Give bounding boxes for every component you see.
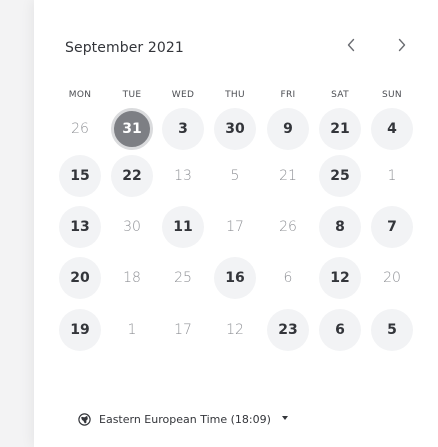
next-month-button[interactable] bbox=[388, 28, 416, 56]
day-cell[interactable]: 7 bbox=[371, 206, 413, 248]
previous-month-button[interactable] bbox=[337, 28, 365, 56]
day-cell[interactable]: 26 bbox=[59, 108, 101, 150]
day-cell[interactable]: 26 bbox=[267, 206, 309, 248]
day-cell[interactable]: 12 bbox=[214, 309, 256, 351]
day-cell[interactable]: 11 bbox=[162, 206, 204, 248]
day-cell[interactable]: 1 bbox=[371, 155, 413, 197]
day-cell[interactable]: 4 bbox=[371, 108, 413, 150]
day-cell[interactable]: 13 bbox=[162, 155, 204, 197]
weekday-sat: SAT bbox=[331, 90, 349, 100]
day-cell[interactable]: 1 bbox=[111, 309, 153, 351]
day-cell[interactable]: 8 bbox=[319, 206, 361, 248]
day-cell[interactable]: 18 bbox=[111, 257, 153, 299]
day-cell[interactable]: 3 bbox=[162, 108, 204, 150]
globe-icon bbox=[78, 413, 91, 426]
day-cell[interactable]: 17 bbox=[214, 206, 256, 248]
calendar-screen: September 2021 MON TUE WED THU FRI SAT S… bbox=[0, 0, 438, 447]
day-cell[interactable]: 21 bbox=[319, 108, 361, 150]
weekday-wed: WED bbox=[171, 90, 195, 100]
weekday-mon: MON bbox=[68, 90, 92, 100]
day-cell[interactable]: 16 bbox=[214, 257, 256, 299]
timezone-label: Eastern European Time (18:09) bbox=[99, 413, 271, 426]
day-cell[interactable]: 25 bbox=[319, 155, 361, 197]
weekday-sun: SUN bbox=[382, 90, 402, 100]
day-cell[interactable]: 19 bbox=[59, 309, 101, 351]
day-cell[interactable]: 13 bbox=[59, 206, 101, 248]
weekday-thu: THU bbox=[225, 90, 245, 100]
day-cell[interactable]: 5 bbox=[214, 155, 256, 197]
day-cell[interactable]: 6 bbox=[319, 309, 361, 351]
day-cell[interactable]: 20 bbox=[59, 257, 101, 299]
weekday-fri: FRI bbox=[280, 90, 296, 100]
month-label: September 2021 bbox=[65, 40, 184, 56]
timezone-selector[interactable]: Eastern European Time (18:09) bbox=[78, 413, 288, 426]
day-cell[interactable]: 23 bbox=[267, 309, 309, 351]
chevron-left-icon bbox=[347, 38, 355, 52]
day-cell[interactable]: 17 bbox=[162, 309, 204, 351]
day-cell[interactable]: 21 bbox=[267, 155, 309, 197]
day-cell[interactable]: 5 bbox=[371, 309, 413, 351]
selected-day[interactable]: 31 bbox=[111, 108, 153, 150]
caret-down-icon bbox=[281, 415, 288, 420]
day-cell[interactable]: 22 bbox=[111, 155, 153, 197]
calendar-card: September 2021 MON TUE WED THU FRI SAT S… bbox=[34, 0, 438, 447]
chevron-right-icon bbox=[398, 38, 406, 52]
day-cell[interactable]: 9 bbox=[267, 108, 309, 150]
day-cell[interactable]: 25 bbox=[162, 257, 204, 299]
day-cell[interactable]: 30 bbox=[214, 108, 256, 150]
day-cell[interactable]: 20 bbox=[371, 257, 413, 299]
weekday-tue: TUE bbox=[122, 90, 142, 100]
day-cell[interactable]: 6 bbox=[267, 257, 309, 299]
day-cell[interactable]: 30 bbox=[111, 206, 153, 248]
day-cell[interactable]: 15 bbox=[59, 155, 101, 197]
day-cell[interactable]: 12 bbox=[319, 257, 361, 299]
